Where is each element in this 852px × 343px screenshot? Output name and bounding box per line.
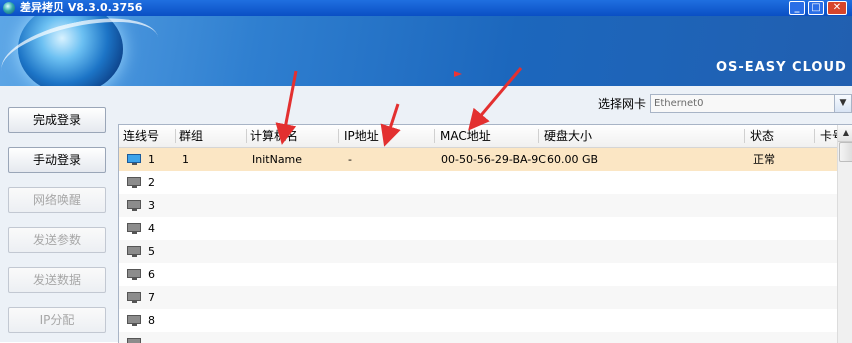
computer-icon: [127, 246, 141, 257]
column-divider[interactable]: [246, 129, 247, 143]
computer-icon: [127, 177, 141, 188]
col-header-status[interactable]: 状态: [750, 125, 774, 147]
scroll-up-icon[interactable]: ▲: [838, 125, 852, 142]
table-row[interactable]: 5: [119, 240, 837, 263]
title-bar: 差异拷贝 V8.3.0.3756 _ □ ✕: [0, 0, 852, 16]
table-row[interactable]: 6: [119, 263, 837, 286]
col-header-conn-no[interactable]: 连线号: [123, 125, 159, 147]
red-marker-icon: [454, 71, 462, 77]
column-divider[interactable]: [744, 129, 745, 143]
computer-icon: [127, 315, 141, 326]
table-row[interactable]: 8: [119, 309, 837, 332]
cell-conn-no: 1: [148, 153, 155, 166]
chevron-down-icon[interactable]: ▼: [834, 95, 851, 112]
cell-group: 1: [182, 153, 189, 166]
globe-icon: [3, 2, 15, 14]
computer-icon: [127, 269, 141, 280]
header-banner: OS-EASY CLOUD: [0, 16, 852, 86]
maximize-button[interactable]: □: [808, 1, 824, 15]
cell-ip: -: [348, 153, 352, 166]
minimize-button[interactable]: _: [789, 1, 805, 15]
window-title: 差异拷贝 V8.3.0.3756: [20, 1, 143, 14]
computer-icon: [127, 200, 141, 211]
send-data-button[interactable]: 发送数据: [8, 267, 106, 293]
table-row[interactable]: [119, 332, 837, 343]
client-table: 连线号 群组 计算机名 IP地址 MAC地址 硬盘大小 状态 卡号 1 1 In…: [118, 124, 852, 343]
cell-conn-no: 3: [148, 199, 155, 212]
col-header-mac[interactable]: MAC地址: [440, 125, 491, 147]
col-header-group[interactable]: 群组: [179, 125, 203, 147]
cell-conn-no: 5: [148, 245, 155, 258]
table-row[interactable]: 1 1 InitName - 00-50-56-29-BA-9C 60.00 G…: [119, 148, 837, 171]
computer-icon: [127, 154, 141, 165]
column-divider[interactable]: [338, 129, 339, 143]
cell-conn-no: 8: [148, 314, 155, 327]
close-button[interactable]: ✕: [827, 1, 847, 15]
brand-logo-text: OS-EASY CLOUD: [716, 60, 847, 75]
column-divider[interactable]: [538, 129, 539, 143]
cell-status: 正常: [753, 153, 775, 166]
table-row[interactable]: 4: [119, 217, 837, 240]
manual-login-button[interactable]: 手动登录: [8, 147, 106, 173]
ip-assign-button[interactable]: IP分配: [8, 307, 106, 333]
scrollbar-thumb[interactable]: [839, 142, 852, 162]
vertical-scrollbar[interactable]: ▲: [837, 125, 852, 343]
table-row[interactable]: 7: [119, 286, 837, 309]
col-header-ip[interactable]: IP地址: [344, 125, 379, 147]
nic-select-value: Ethernet0: [654, 98, 704, 109]
table-row[interactable]: 3: [119, 194, 837, 217]
cell-conn-no: 6: [148, 268, 155, 281]
computer-icon: [127, 223, 141, 234]
computer-icon: [127, 338, 141, 343]
cell-conn-no: 7: [148, 291, 155, 304]
cell-mac: 00-50-56-29-BA-9C: [441, 153, 546, 166]
table-header: 连线号 群组 计算机名 IP地址 MAC地址 硬盘大小 状态 卡号: [119, 125, 844, 148]
column-divider[interactable]: [814, 129, 815, 143]
wake-on-lan-button[interactable]: 网络唤醒: [8, 187, 106, 213]
cell-computer-name: InitName: [252, 153, 303, 166]
col-header-disk[interactable]: 硬盘大小: [544, 125, 592, 147]
computer-icon: [127, 292, 141, 303]
cell-disk: 60.00 GB: [547, 153, 599, 166]
nic-select[interactable]: Ethernet0 ▼: [650, 94, 852, 113]
cell-conn-no: 4: [148, 222, 155, 235]
table-row[interactable]: 2: [119, 171, 837, 194]
complete-login-button[interactable]: 完成登录: [8, 107, 106, 133]
col-header-computer-name[interactable]: 计算机名: [250, 125, 298, 147]
column-divider[interactable]: [434, 129, 435, 143]
column-divider[interactable]: [175, 129, 176, 143]
send-params-button[interactable]: 发送参数: [8, 227, 106, 253]
cell-conn-no: 2: [148, 176, 155, 189]
nic-select-label: 选择网卡: [598, 97, 647, 111]
